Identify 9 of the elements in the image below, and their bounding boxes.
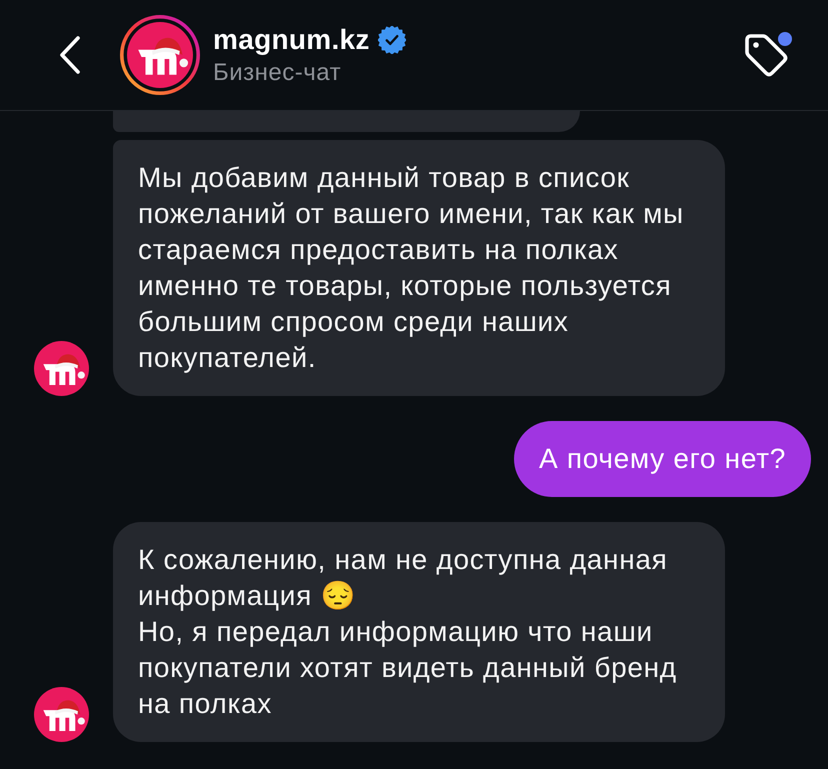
tag-icon[interactable] (742, 31, 790, 79)
account-name: magnum.kz (213, 23, 370, 57)
avatar-icon[interactable] (120, 15, 200, 95)
back-icon[interactable] (58, 35, 82, 75)
chat-subtitle: Бизнес-чат (213, 59, 342, 87)
message-text: Но, я передал информацию что наши покупатели хотят видеть данный бренд на полках (138, 615, 678, 721)
message-text: А почему его нет? (538, 442, 786, 476)
message-text: К сожалению, нам не доступна данная информация 😔 (138, 543, 669, 613)
message-text: Мы добавим данный товар в список пожеланий от вашего имени, так как мы стараемся предоставить на полках именно те товары, которые пользуется большим спросом среди наших покупателей. (138, 161, 685, 375)
